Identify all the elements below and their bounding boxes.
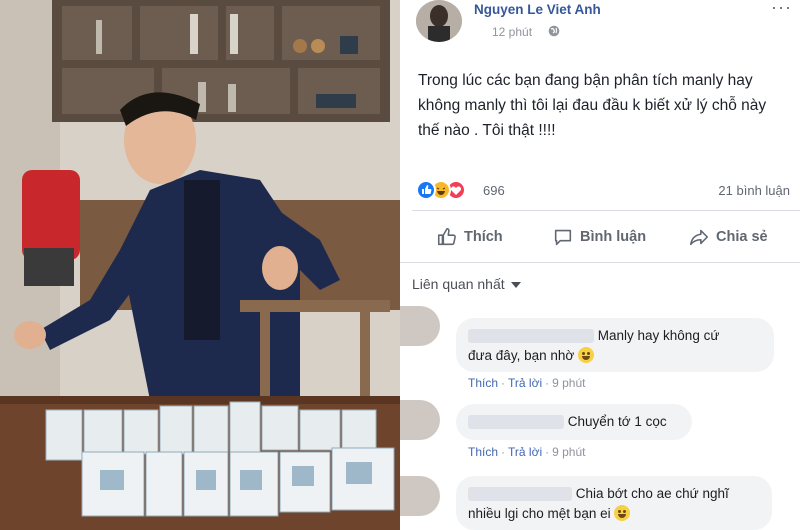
comment-text-line: Manly hay không cứ — [597, 328, 720, 343]
post-actions: Thích Bình luận Chia sẻ — [400, 220, 800, 256]
post-panel: Nguyen Le Viet Anh 12 phút ··· Trong lúc… — [400, 0, 800, 530]
commenter-avatar[interactable] — [400, 400, 440, 440]
author-avatar[interactable] — [416, 0, 462, 42]
share-icon — [689, 229, 709, 246]
avatar-image — [416, 0, 462, 42]
divider — [412, 210, 800, 211]
comment-icon — [554, 229, 572, 246]
like-label: Thích — [464, 229, 503, 245]
chevron-down-icon — [510, 282, 521, 289]
commenter-name-blurred[interactable] — [468, 487, 572, 502]
like-icon — [416, 180, 436, 200]
post-time[interactable]: 12 phút — [492, 25, 532, 39]
commenter-avatar[interactable] — [400, 306, 440, 346]
commenter-name-blurred[interactable] — [468, 415, 564, 430]
commenter-avatar[interactable] — [400, 476, 440, 516]
author-name[interactable]: Nguyen Le Viet Anh — [474, 2, 601, 17]
comment-time[interactable]: 9 phút — [552, 445, 585, 459]
post-header: Nguyen Le Viet Anh 12 phút ··· — [416, 0, 800, 44]
comment-text-line: Chuyển tớ 1 cọc — [567, 414, 667, 429]
comment-text-line: đưa đây, bạn nhờ — [468, 348, 575, 363]
sort-label: Liên quan nhất — [412, 276, 505, 292]
comment-like-link[interactable]: Thích — [468, 445, 498, 459]
reaction-count: 696 — [483, 183, 505, 198]
comment-sort-dropdown[interactable]: Liên quan nhất — [412, 276, 521, 292]
comment-reply-link[interactable]: Trả lời — [508, 376, 542, 390]
comment-bubble: Chuyển tớ 1 cọc — [456, 404, 692, 440]
comment-label: Bình luận — [580, 229, 647, 245]
divider — [400, 262, 800, 263]
comment-text-line: nhiều lgi cho mệt bạn ei — [468, 506, 611, 521]
comment-count[interactable]: 21 bình luận — [718, 183, 790, 198]
post-photo[interactable] — [0, 0, 400, 530]
like-button[interactable]: Thích — [436, 226, 503, 248]
post-text: Trong lúc các bạn đang bận phân tích man… — [418, 72, 767, 139]
thumbs-up-icon — [437, 227, 456, 246]
comment-actions: Thích · Trả lời · 9 phút — [468, 376, 586, 390]
more-options-icon[interactable]: ··· — [771, 0, 792, 16]
commenter-name-blurred[interactable] — [468, 329, 594, 344]
comment-button[interactable]: Bình luận — [552, 226, 646, 248]
smile-emoji-icon — [614, 505, 631, 521]
share-label: Chia sẻ — [716, 229, 768, 245]
smile-emoji-icon — [577, 347, 594, 363]
comment-bubble: Manly hay không cứ đưa đây, bạn nhờ — [456, 318, 774, 372]
comment-reply-link[interactable]: Trả lời — [508, 445, 542, 459]
comment-like-link[interactable]: Thích — [468, 376, 498, 390]
comment-bubble: Chia bớt cho ae chứ nghĩ nhiều lgi cho m… — [456, 476, 772, 530]
comment-time[interactable]: 9 phút — [552, 376, 585, 390]
comment-actions: Thích · Trả lời · 9 phút — [468, 445, 586, 459]
comment-text-line: Chia bớt cho ae chứ nghĩ — [575, 486, 729, 501]
share-button[interactable]: Chia sẻ — [688, 226, 768, 248]
photo-illustration — [0, 0, 400, 530]
globe-icon — [548, 25, 560, 37]
